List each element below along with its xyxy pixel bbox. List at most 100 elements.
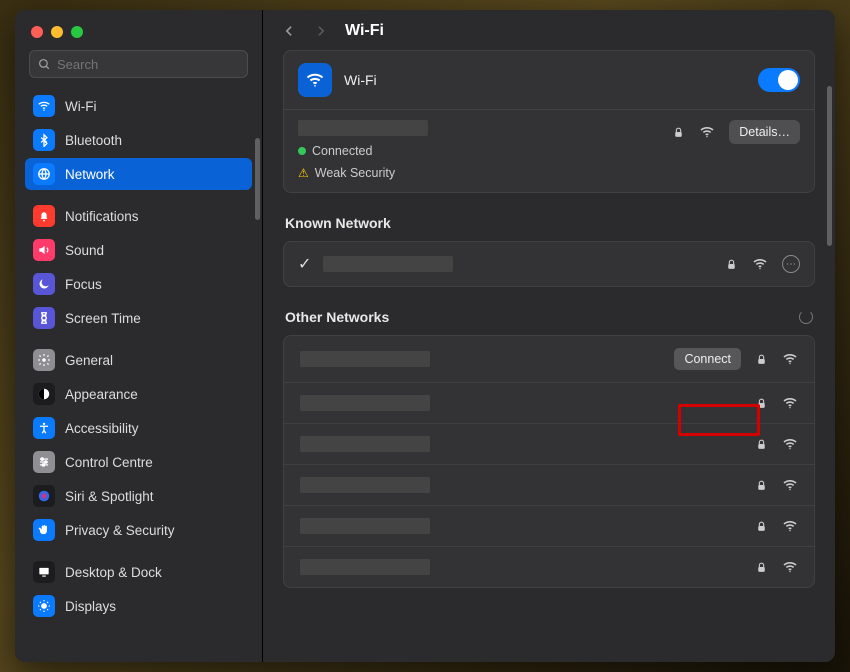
wifi-label: Wi-Fi: [344, 72, 746, 88]
wifi-icon: [298, 63, 332, 97]
wifi-signal-icon: [782, 477, 798, 493]
other-networks-card: Connect: [283, 335, 815, 588]
content-scrollbar[interactable]: [827, 86, 832, 246]
other-network-row[interactable]: Connect: [284, 336, 814, 382]
sidebar-item-label: Screen Time: [65, 311, 141, 326]
search-icon: [38, 58, 51, 71]
sidebar-item-siri-spotlight[interactable]: Siri & Spotlight: [25, 480, 252, 512]
sidebar-item-label: Sound: [65, 243, 104, 258]
sliders-icon: [33, 451, 55, 473]
sidebar-item-label: Siri & Spotlight: [65, 489, 154, 504]
sidebar-item-label: Wi-Fi: [65, 99, 96, 114]
wifi-signal-icon: [782, 351, 798, 367]
globe-icon: [33, 163, 55, 185]
sidebar-item-accessibility[interactable]: Accessibility: [25, 412, 252, 444]
lock-icon: [725, 258, 738, 271]
more-options-button[interactable]: ⋯: [782, 255, 800, 273]
lock-icon: [755, 353, 768, 366]
connect-button[interactable]: Connect: [674, 348, 741, 370]
sidebar-item-label: Desktop & Dock: [65, 565, 162, 580]
sidebar-item-label: Accessibility: [65, 421, 139, 436]
sidebar-item-privacy-security[interactable]: Privacy & Security: [25, 514, 252, 546]
sidebar-item-focus[interactable]: Focus: [25, 268, 252, 300]
siri-icon: [33, 485, 55, 507]
wifi-signal-icon: [699, 124, 715, 140]
sidebar-item-notifications[interactable]: Notifications: [25, 200, 252, 232]
displays-icon: [33, 595, 55, 617]
other-networks-heading: Other Networks: [285, 309, 813, 325]
sidebar-item-label: Notifications: [65, 209, 139, 224]
nav-back-button[interactable]: [283, 22, 296, 40]
sidebar-item-label: Displays: [65, 599, 116, 614]
hourglass-icon: [33, 307, 55, 329]
sidebar-item-network[interactable]: Network: [25, 158, 252, 190]
sidebar-scrollbar[interactable]: [255, 138, 260, 220]
other-network-row[interactable]: [284, 505, 814, 546]
minimize-window-button[interactable]: [51, 26, 63, 38]
warning-icon: ⚠: [298, 166, 309, 180]
status-warning: Weak Security: [315, 166, 395, 180]
sidebar-item-label: General: [65, 353, 113, 368]
page-title: Wi-Fi: [345, 22, 384, 40]
sidebar-item-displays[interactable]: Displays: [25, 590, 252, 622]
wifi-signal-icon: [782, 518, 798, 534]
lock-icon: [755, 520, 768, 533]
lock-icon: [672, 126, 685, 139]
topbar: Wi-Fi: [263, 10, 835, 50]
other-network-name: [300, 477, 430, 493]
close-window-button[interactable]: [31, 26, 43, 38]
speaker-icon: [33, 239, 55, 261]
other-network-name: [300, 559, 430, 575]
gear-icon: [33, 349, 55, 371]
details-button[interactable]: Details…: [729, 120, 800, 144]
wifi-signal-icon: [782, 559, 798, 575]
sidebar-item-label: Bluetooth: [65, 133, 122, 148]
window-controls: [15, 10, 262, 50]
moon-icon: [33, 273, 55, 295]
wifi-signal-icon: [782, 395, 798, 411]
known-networks-heading: Known Network: [285, 215, 813, 231]
sidebar-item-sound[interactable]: Sound: [25, 234, 252, 266]
lock-icon: [755, 438, 768, 451]
other-network-row[interactable]: [284, 423, 814, 464]
sidebar-item-desktop-dock[interactable]: Desktop & Dock: [25, 556, 252, 588]
desktop-icon: [33, 561, 55, 583]
wifi-signal-icon: [782, 436, 798, 452]
bell-icon: [33, 205, 55, 227]
status-dot-icon: [298, 147, 306, 155]
sidebar: Wi-Fi Bluetooth Network Notifications Sound F…: [15, 10, 263, 662]
sidebar-item-label: Privacy & Security: [65, 523, 175, 538]
lock-icon: [755, 397, 768, 410]
sidebar-item-general[interactable]: General: [25, 344, 252, 376]
sidebar-item-label: Focus: [65, 277, 102, 292]
sidebar-item-bluetooth[interactable]: Bluetooth: [25, 124, 252, 156]
current-network-name: [298, 120, 428, 136]
known-networks-card: ✓ ⋯: [283, 241, 815, 287]
lock-icon: [755, 561, 768, 574]
hand-icon: [33, 519, 55, 541]
accessibility-icon: [33, 417, 55, 439]
known-network-name: [323, 256, 453, 272]
sidebar-item-screen-time[interactable]: Screen Time: [25, 302, 252, 334]
sidebar-item-label: Control Centre: [65, 455, 153, 470]
search-field[interactable]: [29, 50, 248, 78]
other-network-row[interactable]: [284, 382, 814, 423]
lock-icon: [755, 479, 768, 492]
wifi-toggle[interactable]: [758, 68, 800, 92]
wifi-icon: [33, 95, 55, 117]
status-connected: Connected: [312, 144, 372, 158]
known-network-row[interactable]: ✓ ⋯: [284, 242, 814, 286]
sidebar-item-label: Network: [65, 167, 115, 182]
fullscreen-window-button[interactable]: [71, 26, 83, 38]
sidebar-item-wi-fi[interactable]: Wi-Fi: [25, 90, 252, 122]
nav-forward-button[interactable]: [314, 22, 327, 40]
sidebar-item-appearance[interactable]: Appearance: [25, 378, 252, 410]
other-network-row[interactable]: [284, 546, 814, 587]
contrast-icon: [33, 383, 55, 405]
other-network-name: [300, 436, 430, 452]
bluetooth-icon: [33, 129, 55, 151]
other-network-row[interactable]: [284, 464, 814, 505]
search-input[interactable]: [57, 57, 239, 72]
current-network-row[interactable]: Connected ⚠ Weak Security Details…: [284, 110, 814, 192]
sidebar-item-control-centre[interactable]: Control Centre: [25, 446, 252, 478]
